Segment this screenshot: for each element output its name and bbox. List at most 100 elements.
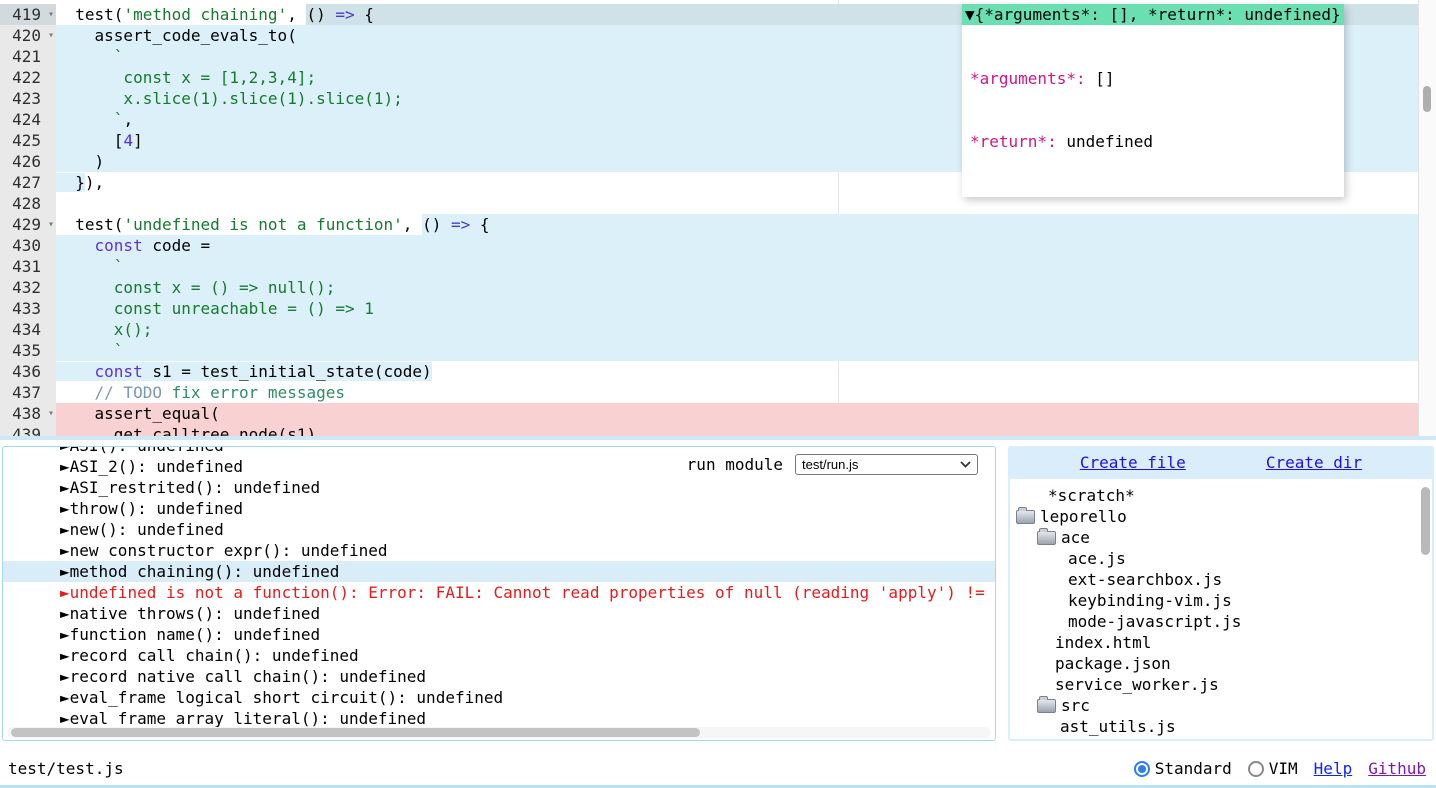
popup-header[interactable]: ▼{*arguments*: [], *return*: undefined} — [962, 4, 1344, 25]
expand-icon[interactable]: ► — [60, 604, 70, 623]
help-link[interactable]: Help — [1314, 759, 1353, 778]
editor-vertical-scrollbar[interactable] — [1418, 0, 1436, 436]
gutter-cell[interactable]: 420▾ — [0, 25, 56, 46]
gutter-cell[interactable]: 431 — [0, 256, 56, 277]
code-line: 429▾ test('undefined is not a function',… — [0, 214, 1419, 235]
gutter-cell[interactable]: 428 — [0, 193, 56, 214]
gutter-cell[interactable]: 422 — [0, 67, 56, 88]
test-result-item[interactable]: ►new constructor expr(): undefined — [3, 540, 995, 561]
status-gap — [0, 741, 1436, 752]
create-dir-link[interactable]: Create dir — [1266, 452, 1362, 473]
test-result-item[interactable]: ►ASI_restrited(): undefined — [3, 477, 995, 498]
tree-file[interactable]: index.html — [1010, 632, 1432, 653]
gutter-cell[interactable]: 438▾ — [0, 403, 56, 424]
gutter-cell[interactable]: 424 — [0, 109, 56, 130]
code-text[interactable]: const x = () => null(); — [56, 277, 1419, 298]
keybinding-standard-radio[interactable]: Standard — [1134, 759, 1232, 778]
code-text[interactable]: const s1 = test_initial_state(code) — [56, 361, 1419, 382]
popup-entry[interactable]: *arguments*: [] — [970, 68, 1336, 89]
expand-icon[interactable]: ► — [60, 447, 70, 455]
github-link[interactable]: Github — [1368, 759, 1426, 778]
error-line[interactable]: get_calltree_node(s1) — [56, 424, 1419, 436]
scrollbar-thumb[interactable] — [1423, 86, 1431, 112]
gutter-cell[interactable]: 432 — [0, 277, 56, 298]
radio-selected-icon[interactable] — [1134, 761, 1150, 777]
tree-folder[interactable]: ace — [1010, 527, 1432, 548]
expand-icon[interactable]: ► — [60, 541, 70, 560]
gutter-cell[interactable]: 419▾ — [0, 4, 56, 25]
code-text[interactable]: const code = — [56, 235, 1419, 256]
gutter-cell[interactable]: 434 — [0, 319, 56, 340]
gutter-cell[interactable]: 426 — [0, 151, 56, 172]
expand-icon[interactable]: ► — [60, 457, 70, 476]
gutter-cell[interactable]: 427 — [0, 172, 56, 193]
radio-unselected-icon[interactable] — [1248, 761, 1264, 777]
test-result-item-selected[interactable]: ►method chaining(): undefined — [3, 561, 995, 582]
error-line[interactable]: assert_equal( — [56, 403, 1419, 424]
tree-folder[interactable]: leporello — [1010, 506, 1432, 527]
test-result-item-failed[interactable]: ►undefined is not a function(): Error: F… — [3, 582, 995, 603]
expand-icon[interactable]: ► — [60, 709, 70, 728]
file-tree: *scratch* leporello ace ace.js ext-searc… — [1010, 479, 1432, 739]
gutter-cell[interactable]: 437 — [0, 382, 56, 403]
eval-results-panel[interactable]: ►ASI(): undefined ►ASI_2(): undefined ►A… — [2, 446, 996, 741]
expand-icon[interactable]: ► — [60, 646, 70, 665]
keybinding-vim-radio[interactable]: VIM — [1248, 759, 1298, 778]
test-result-item[interactable]: ►eval_frame array_literal(): undefined — [3, 708, 995, 729]
tree-file[interactable]: ast_utils.js — [1010, 716, 1432, 737]
expand-icon[interactable]: ► — [60, 667, 70, 686]
code-text[interactable]: test('undefined is not a function', () =… — [56, 214, 1419, 235]
code-text[interactable]: ` — [56, 256, 1419, 277]
code-text[interactable]: x(); — [56, 319, 1419, 340]
expand-icon[interactable]: ► — [60, 583, 70, 602]
tree-item-scratch[interactable]: *scratch* — [1010, 485, 1432, 506]
tree-file[interactable]: ace.js — [1010, 548, 1432, 569]
expand-icon[interactable]: ► — [60, 499, 70, 518]
test-result-item[interactable]: ►throw(): undefined — [3, 498, 995, 519]
expand-icon[interactable]: ► — [60, 478, 70, 497]
expand-icon[interactable]: ► — [60, 520, 70, 539]
gutter-cell[interactable]: 436 — [0, 361, 56, 382]
test-result-item[interactable]: ►eval_frame logical short circuit(): und… — [3, 687, 995, 708]
gutter-cell[interactable]: 435 — [0, 340, 56, 361]
test-result-item[interactable]: ►function name(): undefined — [3, 624, 995, 645]
file-tree-scrollbar[interactable] — [1419, 485, 1431, 737]
gutter-cell[interactable]: 433 — [0, 298, 56, 319]
fold-icon[interactable]: ▾ — [48, 403, 54, 424]
expand-icon[interactable]: ► — [60, 625, 70, 644]
scrollbar-thumb[interactable] — [11, 728, 700, 737]
gutter-cell[interactable]: 421 — [0, 46, 56, 67]
popup-entry[interactable]: *return*: undefined — [970, 131, 1336, 152]
fold-icon[interactable]: ▾ — [48, 25, 54, 46]
tree-file[interactable]: keybinding-vim.js — [1010, 590, 1432, 611]
test-result-item[interactable]: ►record call chain(): undefined — [3, 645, 995, 666]
code-text[interactable]: const unreachable = () => 1 — [56, 298, 1419, 319]
tree-file[interactable]: ext-searchbox.js — [1010, 569, 1432, 590]
code-text[interactable]: ` — [56, 340, 1419, 361]
expand-icon[interactable]: ► — [60, 688, 70, 707]
gutter-cell[interactable]: 439 — [0, 424, 56, 436]
test-result-item[interactable]: ►new(): undefined — [3, 519, 995, 540]
collapse-icon[interactable]: ▼ — [965, 5, 975, 24]
code-text[interactable]: // TODO fix error messages — [56, 382, 1419, 403]
test-result-item[interactable]: ►native throws(): undefined — [3, 603, 995, 624]
create-file-link[interactable]: Create file — [1080, 452, 1186, 473]
horizontal-scrollbar[interactable] — [7, 727, 991, 738]
code-editor[interactable]: 419▾ test('method chaining', () => { 420… — [0, 0, 1436, 436]
gutter-cell[interactable]: 430 — [0, 235, 56, 256]
gutter-cell[interactable]: 425 — [0, 130, 56, 151]
tree-folder[interactable]: src — [1010, 695, 1432, 716]
current-file-path: test/test.js — [8, 759, 124, 778]
scrollbar-thumb[interactable] — [1421, 487, 1430, 555]
tree-file[interactable]: mode-javascript.js — [1010, 611, 1432, 632]
gutter-cell[interactable]: 429▾ — [0, 214, 56, 235]
run-module-select[interactable]: test/run.js — [795, 454, 978, 475]
tree-file[interactable]: package.json — [1010, 653, 1432, 674]
tree-file[interactable]: service_worker.js — [1010, 674, 1432, 695]
popup-body: *arguments*: [] *return*: undefined — [962, 25, 1344, 197]
test-result-item[interactable]: ►record native call chain(): undefined — [3, 666, 995, 687]
fold-icon[interactable]: ▾ — [48, 4, 54, 25]
gutter-cell[interactable]: 423 — [0, 88, 56, 109]
expand-icon[interactable]: ► — [60, 562, 70, 581]
fold-icon[interactable]: ▾ — [48, 214, 54, 235]
